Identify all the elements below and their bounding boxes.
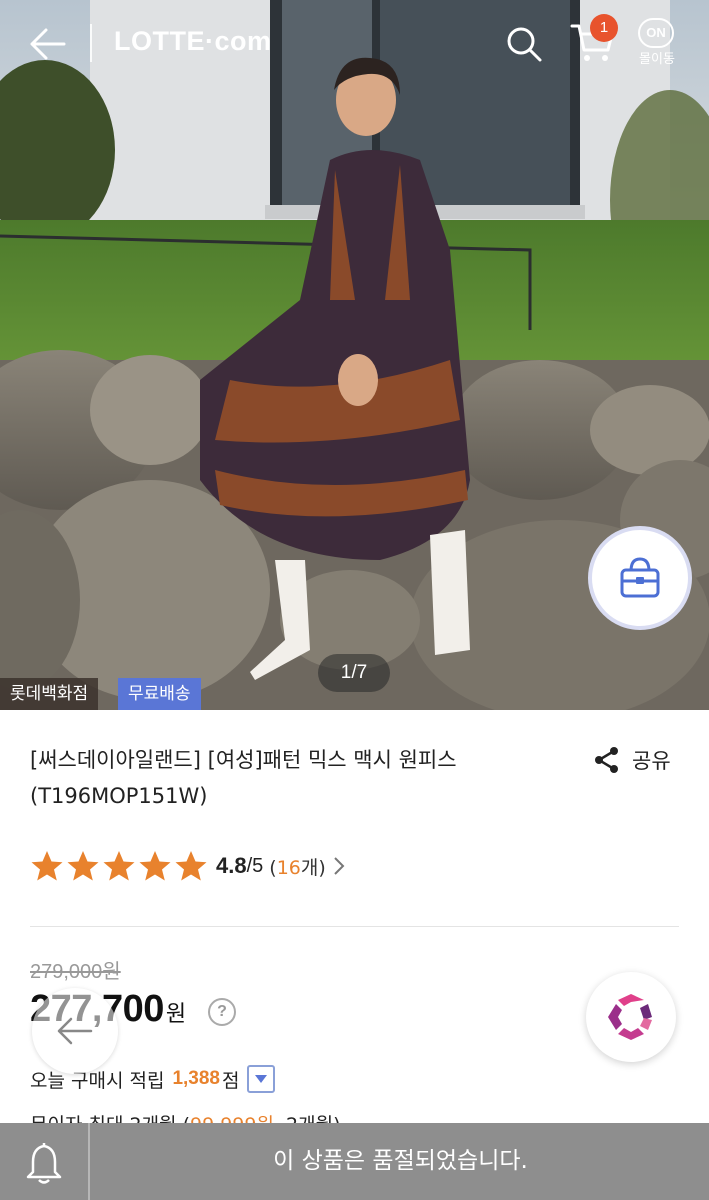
section-divider xyxy=(30,926,679,927)
c-logo-icon xyxy=(608,994,652,1040)
bell-icon xyxy=(26,1142,62,1184)
rating-max: /5 xyxy=(246,854,264,877)
floating-back-button[interactable] xyxy=(32,988,118,1074)
bottom-action-bar: 이 상품은 품절되었습니다. xyxy=(0,1123,709,1200)
arrow-left-icon xyxy=(30,28,66,60)
product-image-carousel[interactable]: LOTTE·com 1 ON 몰이동 1/7 롯데백화점 무료배송 xyxy=(0,0,709,710)
share-icon xyxy=(595,747,618,773)
original-price: 279,000원 xyxy=(30,961,121,983)
review-count-suffix: 개) xyxy=(300,856,326,879)
back-button[interactable] xyxy=(26,26,70,62)
header-divider xyxy=(90,24,92,62)
star-rating xyxy=(30,849,208,883)
free-shipping-tag: 무료배송 xyxy=(118,678,201,710)
star-icon xyxy=(103,851,135,881)
handbag-icon xyxy=(620,557,660,598)
product-title: [써스데이아일랜드] [여성]패턴 믹스 맥시 원피스(T196MOP151W) xyxy=(30,748,457,808)
review-count-open: ( xyxy=(269,856,277,879)
points-expand-button[interactable] xyxy=(247,1065,276,1093)
rating-summary[interactable]: 4.8 /5 (16개) xyxy=(30,848,346,884)
points-label: 오늘 구매시 적립 xyxy=(30,1069,165,1092)
star-icon xyxy=(175,851,207,881)
cart-count-badge: 1 xyxy=(590,14,618,42)
review-count-number: 16 xyxy=(276,856,301,879)
chevron-right-icon xyxy=(334,857,345,875)
top-navigation-bar: LOTTE·com 1 ON 몰이동 xyxy=(0,0,709,90)
points-unit: 점 xyxy=(222,1069,240,1092)
star-icon xyxy=(67,851,99,881)
caret-down-icon xyxy=(255,1075,268,1083)
share-button[interactable]: 공유 xyxy=(592,742,692,778)
sale-price-unit: 원 xyxy=(165,1002,187,1027)
on-badge: ON xyxy=(638,18,674,48)
arrow-left-icon xyxy=(57,1017,93,1045)
points-value: 1,388 xyxy=(172,1068,220,1089)
store-tag: 롯데백화점 xyxy=(0,678,99,710)
search-button[interactable] xyxy=(504,24,544,64)
search-icon xyxy=(507,27,542,62)
mall-switch-label: 몰이동 xyxy=(639,52,675,67)
shopping-bag-button[interactable] xyxy=(588,526,692,630)
rating-score: 4.8 xyxy=(216,853,247,878)
lotte-chat-button[interactable] xyxy=(586,972,676,1062)
star-icon xyxy=(139,851,171,881)
lotte-com-logo[interactable]: LOTTE·com xyxy=(114,26,272,57)
price-help-icon[interactable]: ? xyxy=(208,998,236,1026)
image-counter: 1/7 xyxy=(318,654,390,692)
review-count: (16개) xyxy=(269,853,326,880)
sold-out-message: 이 상품은 품절되었습니다. xyxy=(273,1148,528,1174)
restock-alert-button[interactable] xyxy=(0,1123,90,1200)
share-label: 공유 xyxy=(632,749,671,773)
star-icon xyxy=(31,851,63,881)
